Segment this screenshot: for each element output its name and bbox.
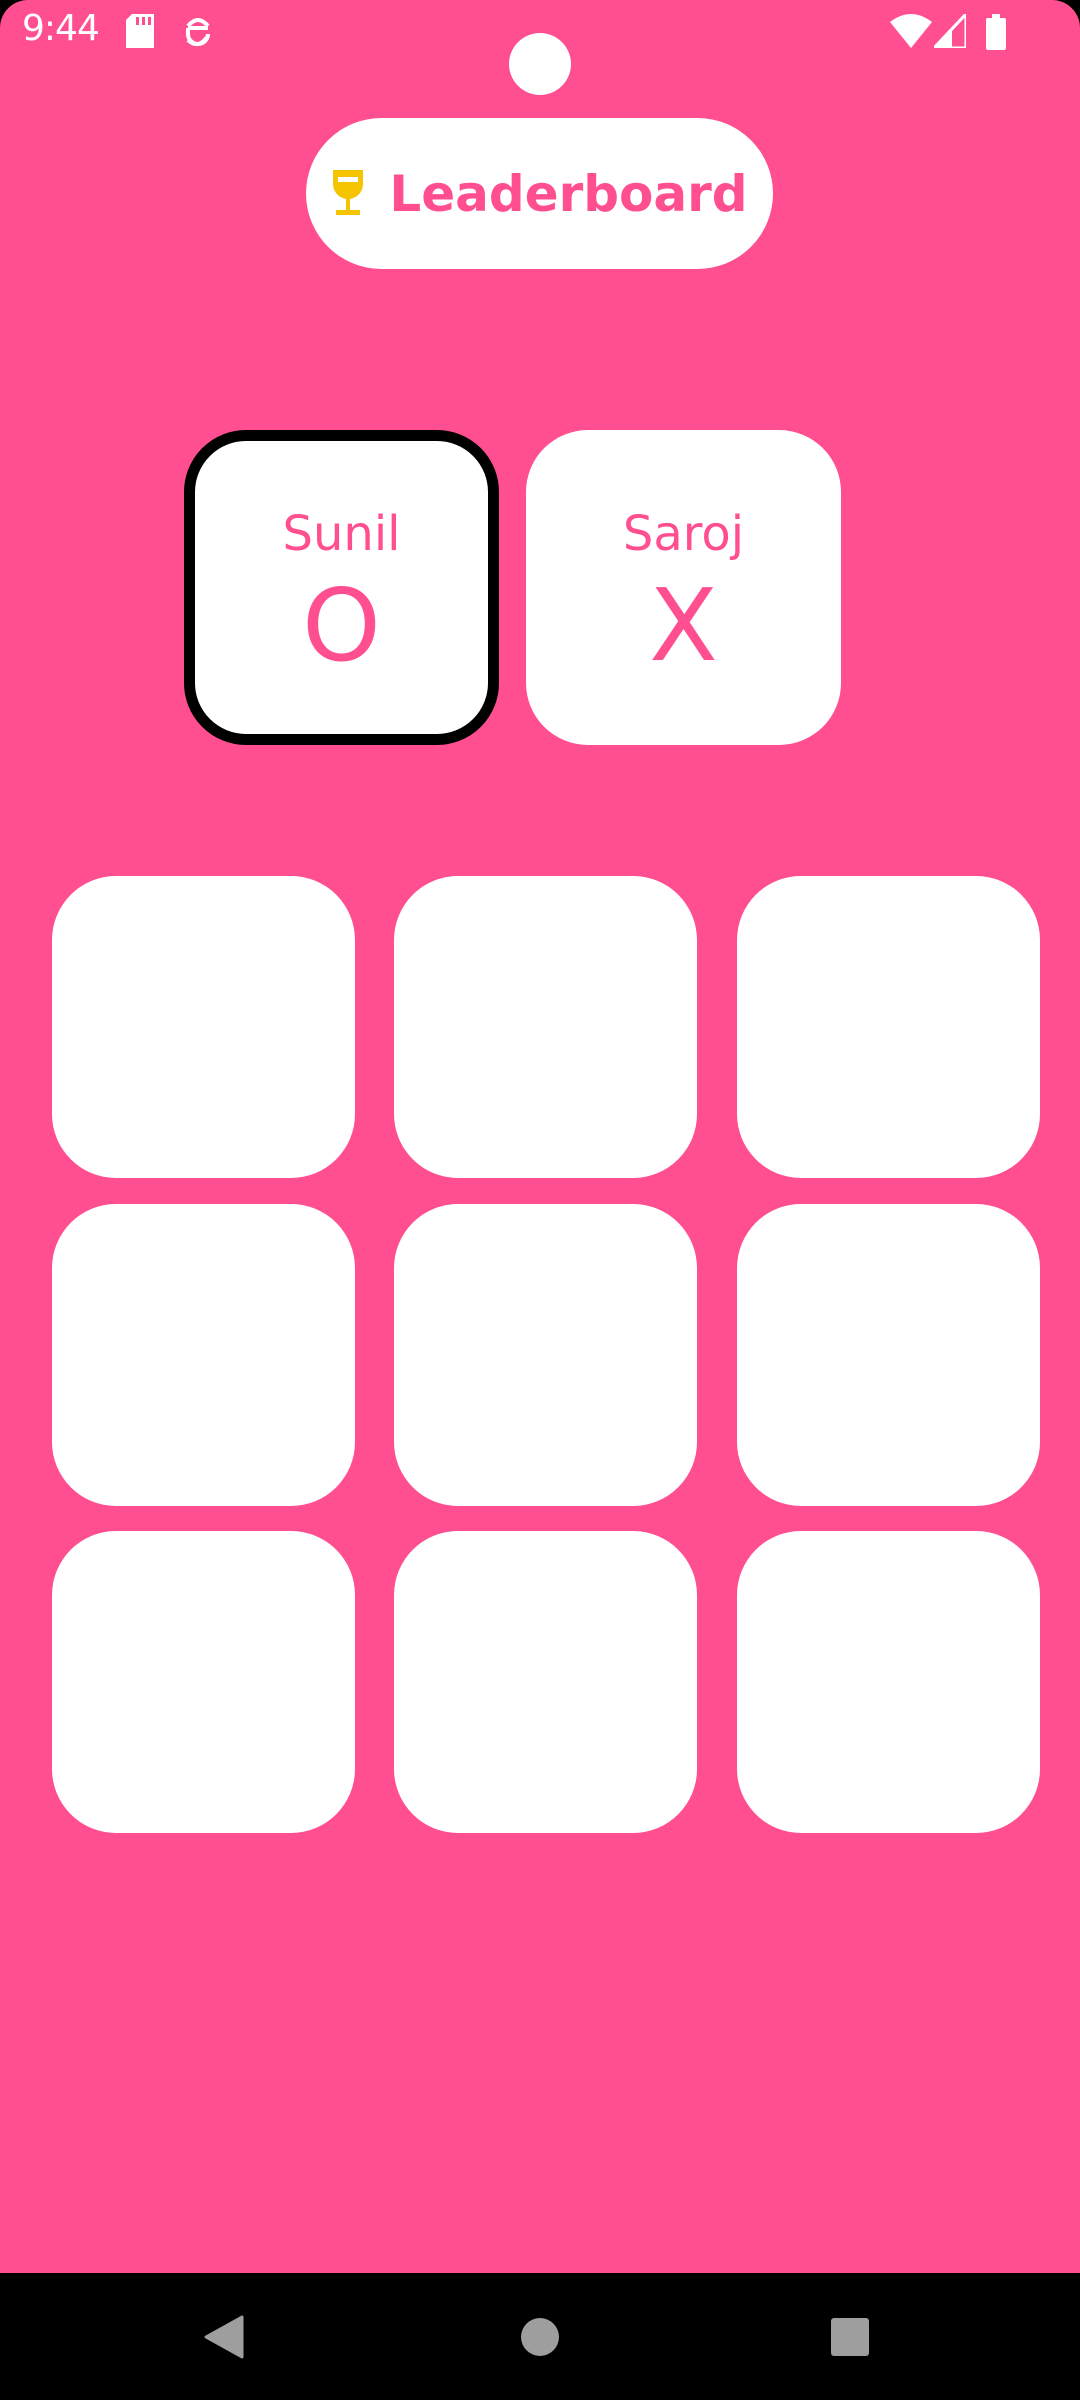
board-cell-2[interactable]	[394, 876, 697, 1178]
player-1-symbol: O	[302, 567, 381, 684]
player-2-symbol: X	[649, 567, 718, 684]
board-cell-1[interactable]	[52, 876, 355, 1178]
player-1-name: Sunil	[282, 506, 401, 562]
camera-cutout	[509, 33, 571, 95]
board-cell-8[interactable]	[394, 1531, 697, 1833]
board-cell-9[interactable]	[737, 1531, 1040, 1833]
wifi-icon	[890, 14, 932, 52]
back-button[interactable]	[204, 2315, 244, 2363]
leaderboard-label: Leaderboard	[389, 164, 748, 223]
player-card-2: Saroj X	[526, 430, 841, 745]
navigation-bar	[0, 2273, 1080, 2400]
status-time: 9:44	[22, 8, 100, 49]
player-2-name: Saroj	[622, 506, 745, 562]
board-cell-7[interactable]	[52, 1531, 355, 1833]
battery-icon	[986, 14, 1006, 54]
board-cell-3[interactable]	[737, 876, 1040, 1178]
home-button[interactable]	[520, 2317, 560, 2361]
sd-card-icon	[126, 14, 154, 52]
cell-signal-icon	[930, 10, 968, 52]
board-cell-5[interactable]	[394, 1204, 697, 1506]
board-cell-6[interactable]	[737, 1204, 1040, 1506]
trophy-icon	[331, 168, 365, 220]
recents-button[interactable]	[830, 2317, 870, 2361]
app-screen: 9:44 Leaderboard Sunil O Saroj X	[0, 0, 1080, 2273]
player-card-1: Sunil O	[184, 430, 499, 745]
android-debug-icon	[184, 14, 212, 54]
leaderboard-button[interactable]: Leaderboard	[306, 118, 773, 269]
board-cell-4[interactable]	[52, 1204, 355, 1506]
